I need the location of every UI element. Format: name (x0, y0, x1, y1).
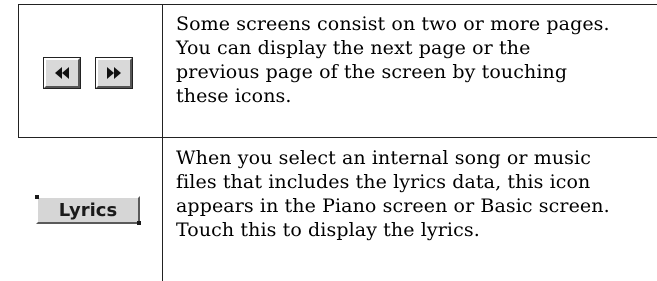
button-corner-mark (35, 195, 39, 199)
row-divider (18, 137, 657, 138)
lyrics-button-label: Lyrics (58, 199, 118, 221)
lyrics-description: When you select an internal song or musi… (176, 147, 610, 241)
double-right-arrow-icon (106, 67, 122, 79)
next-page-button[interactable] (95, 57, 133, 89)
icon-reference-table: Some screens consist on two or more page… (0, 0, 657, 281)
button-corner-mark (137, 221, 141, 225)
table-left-border (18, 4, 19, 138)
previous-page-button[interactable] (43, 57, 81, 89)
page-navigation-description: Some screens consist on two or more page… (176, 13, 610, 107)
table-top-border (18, 4, 657, 5)
column-divider (162, 4, 163, 281)
double-left-arrow-icon (54, 67, 70, 79)
lyrics-button[interactable]: Lyrics (35, 195, 141, 225)
